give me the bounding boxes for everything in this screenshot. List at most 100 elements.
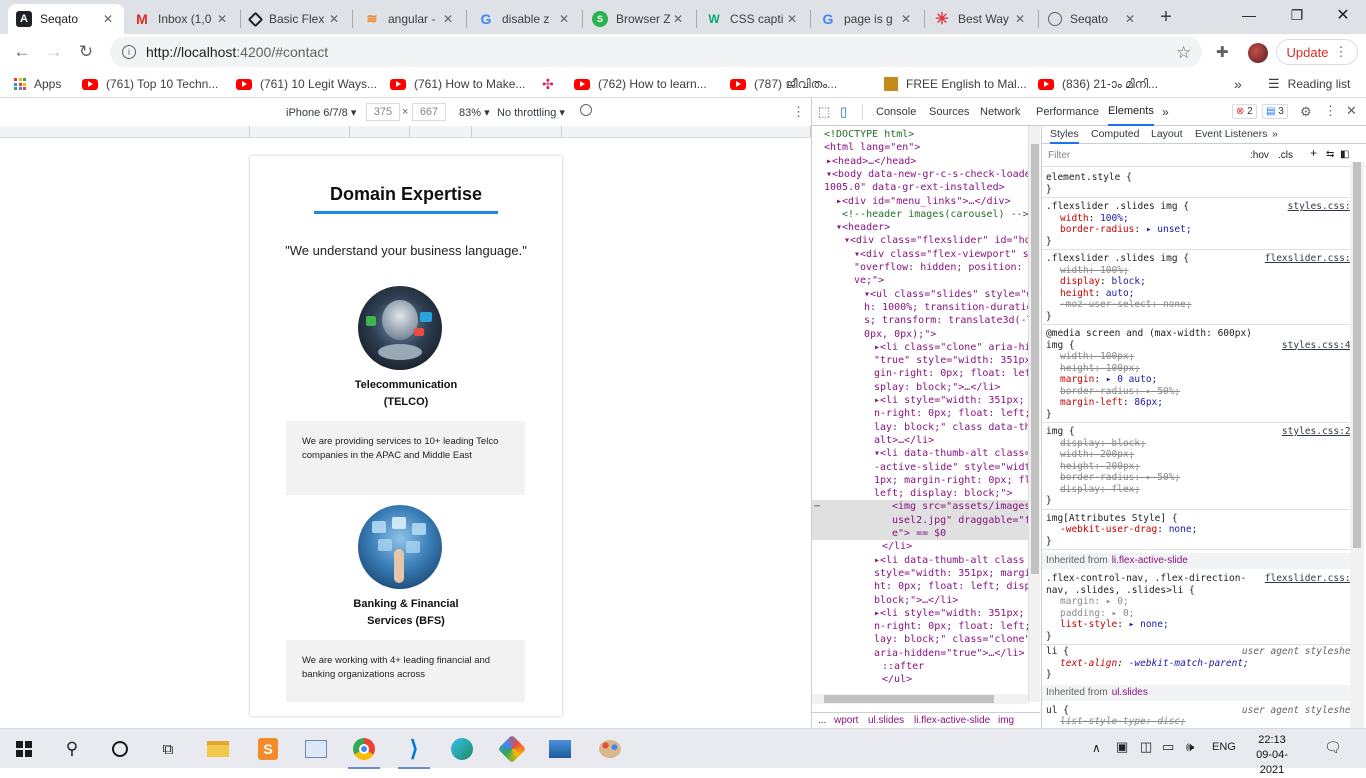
css-property[interactable]: text-align: -webkit-match-parent; xyxy=(1060,658,1366,670)
close-icon[interactable]: ✕ xyxy=(214,12,230,26)
sublime-icon[interactable]: S xyxy=(244,729,292,769)
close-icon[interactable]: ✕ xyxy=(784,12,800,26)
dom-node-line[interactable]: -active-slide" style="width: xyxy=(874,461,1028,474)
network-icon[interactable]: ▭ xyxy=(1162,739,1174,755)
minimize-button[interactable]: — xyxy=(1226,0,1272,30)
dom-node-line[interactable]: <html lang="en"> xyxy=(824,141,920,154)
css-property[interactable]: height: 100px; xyxy=(1060,363,1366,375)
windows-start-icon[interactable] xyxy=(0,729,48,769)
css-property[interactable]: -webkit-user-drag: none; xyxy=(1060,524,1366,536)
bookmark-item[interactable]: (761) How to Make... xyxy=(390,75,525,93)
task-view-icon[interactable]: ⧉ xyxy=(144,729,192,769)
close-devtools-icon[interactable]: ✕ xyxy=(1346,103,1357,119)
dom-node-line[interactable]: s; transform: translate3d(-702p xyxy=(864,314,1028,327)
dom-node-line[interactable]: ht: 0px; float: left; display xyxy=(874,580,1028,593)
css-selector[interactable]: nav, .slides, .slides>li { xyxy=(1046,585,1352,597)
bookmark-star-icon[interactable]: ☆ xyxy=(1176,43,1191,63)
device-select[interactable]: iPhone 6/7/8 ▾ xyxy=(286,106,356,119)
dom-node-line[interactable]: e"> == $0 xyxy=(812,527,1028,541)
notification-icon[interactable]: 🗨 xyxy=(1324,739,1342,756)
dom-node-line[interactable]: <!DOCTYPE html> xyxy=(824,128,914,141)
dom-node-line[interactable]: 1px; margin-right: 0px; float xyxy=(874,474,1028,487)
error-badge[interactable]: ⊗ 2 xyxy=(1232,104,1257,119)
tab-network[interactable]: Network xyxy=(980,98,1020,126)
dom-node-line[interactable]: usel2.jpg" draggable="fal xyxy=(812,513,1028,527)
dom-node-line[interactable]: 1005.0" data-gr-ext-installed> xyxy=(824,181,1005,194)
dom-node-line[interactable]: lay: block;" class="clone" xyxy=(874,633,1028,646)
height-input[interactable]: 667 xyxy=(412,103,446,121)
tab-layout[interactable]: Layout xyxy=(1151,128,1183,141)
forward-button[interactable]: → xyxy=(40,38,68,66)
search-icon[interactable]: ⚲ xyxy=(48,729,96,769)
app-icon[interactable] xyxy=(488,729,536,769)
bookmark-item[interactable]: (762) How to learn... xyxy=(574,75,707,93)
vscode-icon[interactable]: ⟩ xyxy=(390,729,438,769)
close-icon[interactable]: ✕ xyxy=(670,12,686,26)
dom-node-line[interactable]: ▾<header> xyxy=(836,221,890,234)
devtools-menu-icon[interactable]: ⋮ xyxy=(1324,103,1337,119)
dom-node-line[interactable]: ▾<li data-thumb-alt class="f xyxy=(874,447,1028,460)
css-selector[interactable]: element.style { xyxy=(1046,172,1352,184)
reading-list-button[interactable]: ☰ Reading list xyxy=(1268,75,1350,93)
css-property[interactable]: border-radius: ▸ 50%; xyxy=(1060,386,1366,398)
photos-icon[interactable] xyxy=(536,729,584,769)
new-tab-button[interactable]: + xyxy=(1154,6,1178,30)
dom-node-line[interactable]: h: 1000%; transition-duration: xyxy=(864,301,1028,314)
more-options-icon[interactable]: ⋮ xyxy=(792,104,805,120)
tab-elements[interactable]: Elements xyxy=(1108,98,1154,126)
throttle-select[interactable]: No throttling ▾ xyxy=(497,106,565,119)
dom-node-line[interactable]: n-right: 0px; float: left; di xyxy=(874,620,1028,633)
breadcrumb-item[interactable]: li.flex-active-slide xyxy=(914,715,990,726)
css-property[interactable]: margin: ▸ 0 auto; xyxy=(1060,374,1366,386)
zoom-select[interactable]: 83% ▾ xyxy=(459,106,490,119)
dom-node-line[interactable]: ▸<head>…</head> xyxy=(826,155,916,168)
close-icon[interactable]: ✕ xyxy=(556,12,572,26)
bookmark-item[interactable]: (787) ജീവിതം... xyxy=(730,75,837,93)
bookmark-apps[interactable]: Apps xyxy=(14,75,61,93)
tab-gmail[interactable]: M Inbox (1,0 ✕ xyxy=(126,4,238,34)
css-property[interactable]: height: auto; xyxy=(1060,288,1366,300)
css-property[interactable]: height: 200px; xyxy=(1060,461,1366,473)
dom-node-line[interactable]: splay: block;">…</li> xyxy=(874,381,1000,394)
tab-performance[interactable]: Performance xyxy=(1036,98,1099,126)
dom-node-line[interactable]: ▸<div id="menu_links">…</div> xyxy=(836,195,1011,208)
tab-computed[interactable]: Computed xyxy=(1091,128,1139,141)
dom-node-line[interactable]: <img src="assets/images/ca xyxy=(812,500,1028,514)
dom-node-line[interactable]: aria-hidden="true">…</li> xyxy=(874,647,1025,660)
device-toggle-icon[interactable]: ▯ xyxy=(840,98,847,126)
close-window-button[interactable]: ✕ xyxy=(1320,0,1366,30)
tab-best-way[interactable]: ✳ Best Way ✕ xyxy=(926,4,1036,34)
bookmark-item[interactable]: FREE English to Mal... xyxy=(884,75,1027,93)
paint-palette-icon[interactable] xyxy=(586,729,634,769)
tab-seqato-2[interactable]: Seqato ✕ xyxy=(1040,4,1146,34)
css-property[interactable]: border-radius: ▸ 50%; xyxy=(1060,472,1366,484)
css-source-link[interactable]: flexslider.css:33 xyxy=(1265,573,1362,585)
width-input[interactable]: 375 xyxy=(366,103,400,121)
tab-page-is[interactable]: G page is g ✕ xyxy=(812,4,922,34)
file-explorer-icon[interactable] xyxy=(194,729,242,769)
css-property[interactable]: list-style-type: disc; xyxy=(1060,716,1366,728)
dom-node-line[interactable]: ▸<li class="clone" aria-hidd xyxy=(874,341,1028,354)
close-icon[interactable]: ✕ xyxy=(1012,12,1028,26)
css-property[interactable]: -moz-user-select: none; xyxy=(1060,299,1366,311)
computed-toggle-icon[interactable]: ⇆ xyxy=(1326,149,1334,161)
close-icon[interactable]: ✕ xyxy=(898,12,914,26)
css-property[interactable]: display: flex; xyxy=(1060,484,1366,496)
css-selector[interactable]: @media screen and (max-width: 600px) xyxy=(1046,328,1352,340)
tray-app-icon[interactable]: ◫ xyxy=(1140,739,1152,755)
close-icon[interactable]: ✕ xyxy=(440,12,456,26)
dom-node-line[interactable]: </li> xyxy=(882,540,912,553)
hov-toggle[interactable]: :hov xyxy=(1250,150,1269,162)
dom-node-line[interactable]: ▸<li data-thumb-alt class xyxy=(874,554,1025,567)
dom-node-line[interactable]: ▸<li style="width: 351px; mar xyxy=(874,607,1028,620)
dom-node-line[interactable]: ▾<div class="flex-viewport" styl xyxy=(854,248,1028,261)
dom-node-line[interactable]: "overflow: hidden; position: rela xyxy=(854,261,1028,274)
css-property[interactable]: width: 100px; xyxy=(1060,351,1366,363)
volume-icon[interactable]: 🕪 xyxy=(1186,739,1194,755)
tab-seqato[interactable]: A Seqato ✕ xyxy=(8,4,124,34)
dom-node-line[interactable]: style="width: 351px; margin-r xyxy=(874,567,1028,580)
new-rule-icon[interactable]: + xyxy=(1310,147,1317,160)
css-property[interactable]: width: 100%; xyxy=(1060,213,1366,225)
breadcrumb-item[interactable]: img xyxy=(998,715,1014,726)
css-selector[interactable]: img[Attributes Style] { xyxy=(1046,513,1352,525)
